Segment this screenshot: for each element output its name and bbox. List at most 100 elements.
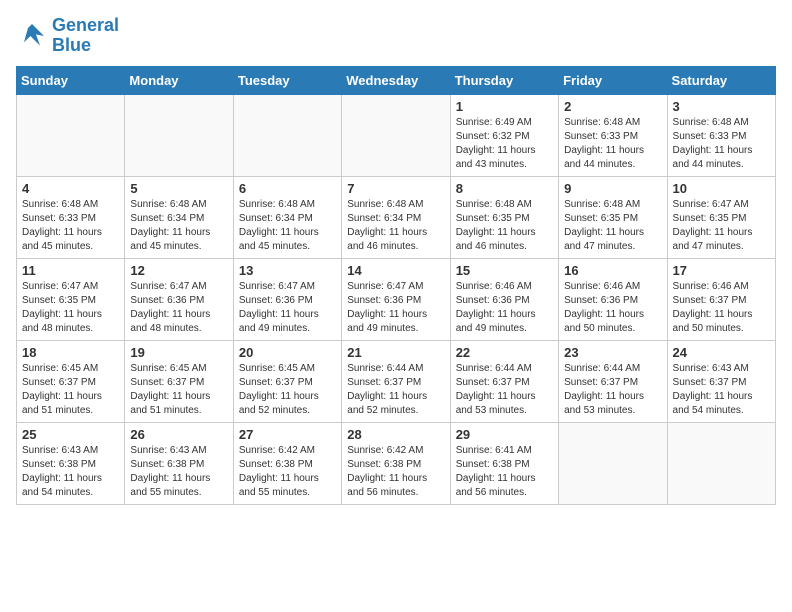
calendar-cell xyxy=(667,422,775,504)
calendar-cell: 22 Sunrise: 6:44 AMSunset: 6:37 PMDayligh… xyxy=(450,340,558,422)
header: General Blue xyxy=(16,16,776,56)
calendar-cell: 18 Sunrise: 6:45 AMSunset: 6:37 PMDayligh… xyxy=(17,340,125,422)
day-info: Sunrise: 6:48 AMSunset: 6:33 PMDaylight:… xyxy=(22,198,119,254)
calendar-cell: 16Sunrise: 6:46 AMSunset: 6:36 PMDayligh… xyxy=(559,258,667,340)
day-number: 19 xyxy=(130,345,227,360)
day-number: 3 xyxy=(673,99,770,114)
day-info: Sunrise: 6:43 AMSunset: 6:38 PMDaylight:… xyxy=(130,444,227,500)
day-number: 13 xyxy=(239,263,336,278)
calendar-cell: 11Sunrise: 6:47 AMSunset: 6:35 PMDayligh… xyxy=(17,258,125,340)
weekday-header-wednesday: Wednesday xyxy=(342,66,450,94)
calendar-cell: 24Sunrise: 6:43 AMSunset: 6:37 PMDayligh… xyxy=(667,340,775,422)
day-number: 9 xyxy=(564,181,661,196)
calendar-table: SundayMondayTuesdayWednesdayThursdayFrid… xyxy=(16,66,776,505)
day-info: Sunrise: 6:49 AMSunset: 6:32 PMDaylight:… xyxy=(456,116,553,172)
calendar-cell: 4 Sunrise: 6:48 AMSunset: 6:33 PMDaylight… xyxy=(17,176,125,258)
calendar-cell: 28Sunrise: 6:42 AMSunset: 6:38 PMDayligh… xyxy=(342,422,450,504)
weekday-header-row: SundayMondayTuesdayWednesdayThursdayFrid… xyxy=(17,66,776,94)
calendar-cell: 2 Sunrise: 6:48 AMSunset: 6:33 PMDaylight… xyxy=(559,94,667,176)
calendar-cell: 25 Sunrise: 6:43 AMSunset: 6:38 PMDayligh… xyxy=(17,422,125,504)
day-number: 17 xyxy=(673,263,770,278)
calendar-cell: 6Sunrise: 6:48 AMSunset: 6:34 PMDaylight… xyxy=(233,176,341,258)
calendar-cell: 15Sunrise: 6:46 AMSunset: 6:36 PMDayligh… xyxy=(450,258,558,340)
calendar-cell: 7 Sunrise: 6:48 AMSunset: 6:34 PMDaylight… xyxy=(342,176,450,258)
day-info: Sunrise: 6:47 AMSunset: 6:36 PMDaylight:… xyxy=(347,280,444,336)
calendar-week-row: 18 Sunrise: 6:45 AMSunset: 6:37 PMDayligh… xyxy=(17,340,776,422)
day-info: Sunrise: 6:48 AMSunset: 6:34 PMDaylight:… xyxy=(239,198,336,254)
day-number: 14 xyxy=(347,263,444,278)
day-info: Sunrise: 6:42 AMSunset: 6:38 PMDaylight:… xyxy=(239,444,336,500)
calendar-cell xyxy=(125,94,233,176)
day-number: 22 xyxy=(456,345,553,360)
calendar-cell: 17 Sunrise: 6:46 AMSunset: 6:37 PMDayligh… xyxy=(667,258,775,340)
day-info: Sunrise: 6:44 AMSunset: 6:37 PMDaylight:… xyxy=(564,362,661,418)
day-number: 23 xyxy=(564,345,661,360)
calendar-cell: 29 Sunrise: 6:41 AMSunset: 6:38 PMDayligh… xyxy=(450,422,558,504)
weekday-header-thursday: Thursday xyxy=(450,66,558,94)
calendar-cell: 10 Sunrise: 6:47 AMSunset: 6:35 PMDayligh… xyxy=(667,176,775,258)
logo-bird-icon xyxy=(16,20,48,52)
weekday-header-tuesday: Tuesday xyxy=(233,66,341,94)
logo-text: General Blue xyxy=(52,16,119,56)
calendar-cell: 12 Sunrise: 6:47 AMSunset: 6:36 PMDayligh… xyxy=(125,258,233,340)
day-info: Sunrise: 6:48 AMSunset: 6:34 PMDaylight:… xyxy=(130,198,227,254)
day-info: Sunrise: 6:47 AMSunset: 6:36 PMDaylight:… xyxy=(239,280,336,336)
day-info: Sunrise: 6:48 AMSunset: 6:34 PMDaylight:… xyxy=(347,198,444,254)
day-info: Sunrise: 6:41 AMSunset: 6:38 PMDaylight:… xyxy=(456,444,553,500)
calendar-cell xyxy=(342,94,450,176)
logo: General Blue xyxy=(16,16,119,56)
calendar-cell: 3 Sunrise: 6:48 AMSunset: 6:33 PMDaylight… xyxy=(667,94,775,176)
day-number: 20 xyxy=(239,345,336,360)
day-info: Sunrise: 6:47 AMSunset: 6:35 PMDaylight:… xyxy=(673,198,770,254)
day-info: Sunrise: 6:47 AMSunset: 6:36 PMDaylight:… xyxy=(130,280,227,336)
day-info: Sunrise: 6:47 AMSunset: 6:35 PMDaylight:… xyxy=(22,280,119,336)
day-number: 10 xyxy=(673,181,770,196)
day-info: Sunrise: 6:43 AMSunset: 6:37 PMDaylight:… xyxy=(673,362,770,418)
weekday-header-sunday: Sunday xyxy=(17,66,125,94)
day-number: 4 xyxy=(22,181,119,196)
day-number: 1 xyxy=(456,99,553,114)
calendar-cell xyxy=(559,422,667,504)
calendar-cell: 20 Sunrise: 6:45 AMSunset: 6:37 PMDayligh… xyxy=(233,340,341,422)
day-info: Sunrise: 6:43 AMSunset: 6:38 PMDaylight:… xyxy=(22,444,119,500)
calendar-cell: 5 Sunrise: 6:48 AMSunset: 6:34 PMDaylight… xyxy=(125,176,233,258)
day-number: 7 xyxy=(347,181,444,196)
calendar-cell: 27 Sunrise: 6:42 AMSunset: 6:38 PMDayligh… xyxy=(233,422,341,504)
day-number: 26 xyxy=(130,427,227,442)
weekday-header-friday: Friday xyxy=(559,66,667,94)
day-info: Sunrise: 6:45 AMSunset: 6:37 PMDaylight:… xyxy=(239,362,336,418)
day-info: Sunrise: 6:45 AMSunset: 6:37 PMDaylight:… xyxy=(22,362,119,418)
day-number: 29 xyxy=(456,427,553,442)
calendar-cell: 9 Sunrise: 6:48 AMSunset: 6:35 PMDaylight… xyxy=(559,176,667,258)
calendar-cell: 21 Sunrise: 6:44 AMSunset: 6:37 PMDayligh… xyxy=(342,340,450,422)
day-number: 2 xyxy=(564,99,661,114)
calendar-week-row: 25 Sunrise: 6:43 AMSunset: 6:38 PMDayligh… xyxy=(17,422,776,504)
calendar-cell: 1 Sunrise: 6:49 AMSunset: 6:32 PMDaylight… xyxy=(450,94,558,176)
day-info: Sunrise: 6:48 AMSunset: 6:35 PMDaylight:… xyxy=(456,198,553,254)
calendar-cell: 23 Sunrise: 6:44 AMSunset: 6:37 PMDayligh… xyxy=(559,340,667,422)
day-number: 27 xyxy=(239,427,336,442)
day-number: 18 xyxy=(22,345,119,360)
calendar-cell xyxy=(233,94,341,176)
day-number: 25 xyxy=(22,427,119,442)
day-number: 8 xyxy=(456,181,553,196)
day-info: Sunrise: 6:48 AMSunset: 6:35 PMDaylight:… xyxy=(564,198,661,254)
day-number: 21 xyxy=(347,345,444,360)
weekday-header-saturday: Saturday xyxy=(667,66,775,94)
calendar-cell: 14 Sunrise: 6:47 AMSunset: 6:36 PMDayligh… xyxy=(342,258,450,340)
day-info: Sunrise: 6:45 AMSunset: 6:37 PMDaylight:… xyxy=(130,362,227,418)
calendar-week-row: 11Sunrise: 6:47 AMSunset: 6:35 PMDayligh… xyxy=(17,258,776,340)
calendar-week-row: 1 Sunrise: 6:49 AMSunset: 6:32 PMDaylight… xyxy=(17,94,776,176)
day-info: Sunrise: 6:44 AMSunset: 6:37 PMDaylight:… xyxy=(347,362,444,418)
day-info: Sunrise: 6:48 AMSunset: 6:33 PMDaylight:… xyxy=(564,116,661,172)
day-number: 5 xyxy=(130,181,227,196)
day-info: Sunrise: 6:46 AMSunset: 6:37 PMDaylight:… xyxy=(673,280,770,336)
day-info: Sunrise: 6:48 AMSunset: 6:33 PMDaylight:… xyxy=(673,116,770,172)
calendar-cell xyxy=(17,94,125,176)
calendar-cell: 8 Sunrise: 6:48 AMSunset: 6:35 PMDaylight… xyxy=(450,176,558,258)
calendar-cell: 19 Sunrise: 6:45 AMSunset: 6:37 PMDayligh… xyxy=(125,340,233,422)
calendar-week-row: 4 Sunrise: 6:48 AMSunset: 6:33 PMDaylight… xyxy=(17,176,776,258)
day-number: 12 xyxy=(130,263,227,278)
day-number: 16 xyxy=(564,263,661,278)
day-info: Sunrise: 6:44 AMSunset: 6:37 PMDaylight:… xyxy=(456,362,553,418)
